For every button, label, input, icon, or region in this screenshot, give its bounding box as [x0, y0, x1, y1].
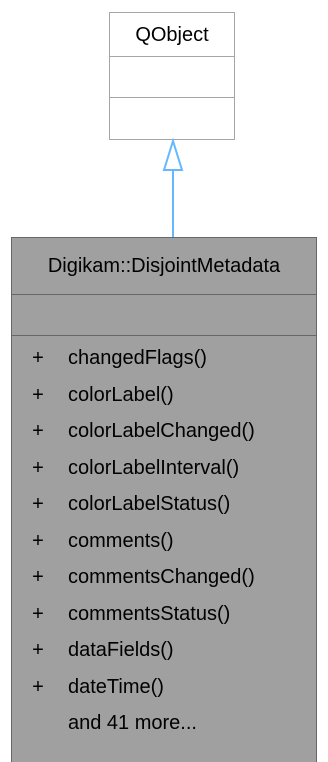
method-visibility: + — [32, 493, 44, 515]
method-name: dateTime() — [68, 675, 164, 698]
more-methods-row: and 41 more... — [12, 705, 316, 742]
method-name: dataFields() — [68, 639, 174, 661]
method-row: + dataFields() — [12, 632, 316, 669]
derived-class-box[interactable]: Digikam::DisjointMetadata + changedFlags… — [11, 237, 317, 762]
derived-class-name: Digikam::DisjointMetadata — [12, 238, 316, 295]
method-visibility: + — [32, 456, 44, 479]
method-row: + changedFlags() — [12, 340, 316, 377]
method-visibility: + — [32, 383, 44, 406]
method-name: colorLabelChanged() — [68, 420, 255, 442]
method-name: commentsStatus() — [68, 602, 231, 625]
method-row: + dateTime() — [12, 669, 316, 706]
base-class-box[interactable]: QObject — [109, 12, 235, 140]
method-name: colorLabelInterval() — [68, 456, 240, 479]
method-name: changedFlags() — [68, 347, 207, 369]
derived-class-methods: + changedFlags() + colorLabel() + colorL… — [12, 336, 316, 742]
method-visibility: + — [32, 602, 44, 625]
method-visibility: + — [32, 566, 44, 588]
method-visibility: + — [32, 420, 44, 442]
base-class-methods — [110, 98, 234, 139]
more-methods-label: and 41 more... — [68, 712, 197, 734]
method-row: + colorLabelChanged() — [12, 413, 316, 450]
method-row: + commentsChanged() — [12, 559, 316, 596]
class-diagram: QObject Digikam::DisjointMetadata + chan… — [0, 0, 328, 762]
method-name: colorLabel() — [68, 383, 174, 406]
base-class-name: QObject — [110, 13, 234, 57]
method-row: + colorLabel() — [12, 377, 316, 414]
method-visibility: + — [32, 675, 44, 698]
method-row: + colorLabelInterval() — [12, 450, 316, 487]
method-name: commentsChanged() — [68, 566, 255, 588]
method-visibility: + — [32, 529, 44, 552]
method-row: + commentsStatus() — [12, 596, 316, 633]
derived-class-attributes — [12, 295, 316, 336]
inheritance-arrowhead-icon — [162, 137, 184, 171]
method-visibility: + — [32, 639, 44, 661]
method-row: + comments() — [12, 523, 316, 560]
method-visibility: + — [32, 347, 44, 369]
base-class-attributes — [110, 57, 234, 98]
method-name: colorLabelStatus() — [68, 493, 231, 515]
method-name: comments() — [68, 529, 174, 552]
method-row: + colorLabelStatus() — [12, 486, 316, 523]
